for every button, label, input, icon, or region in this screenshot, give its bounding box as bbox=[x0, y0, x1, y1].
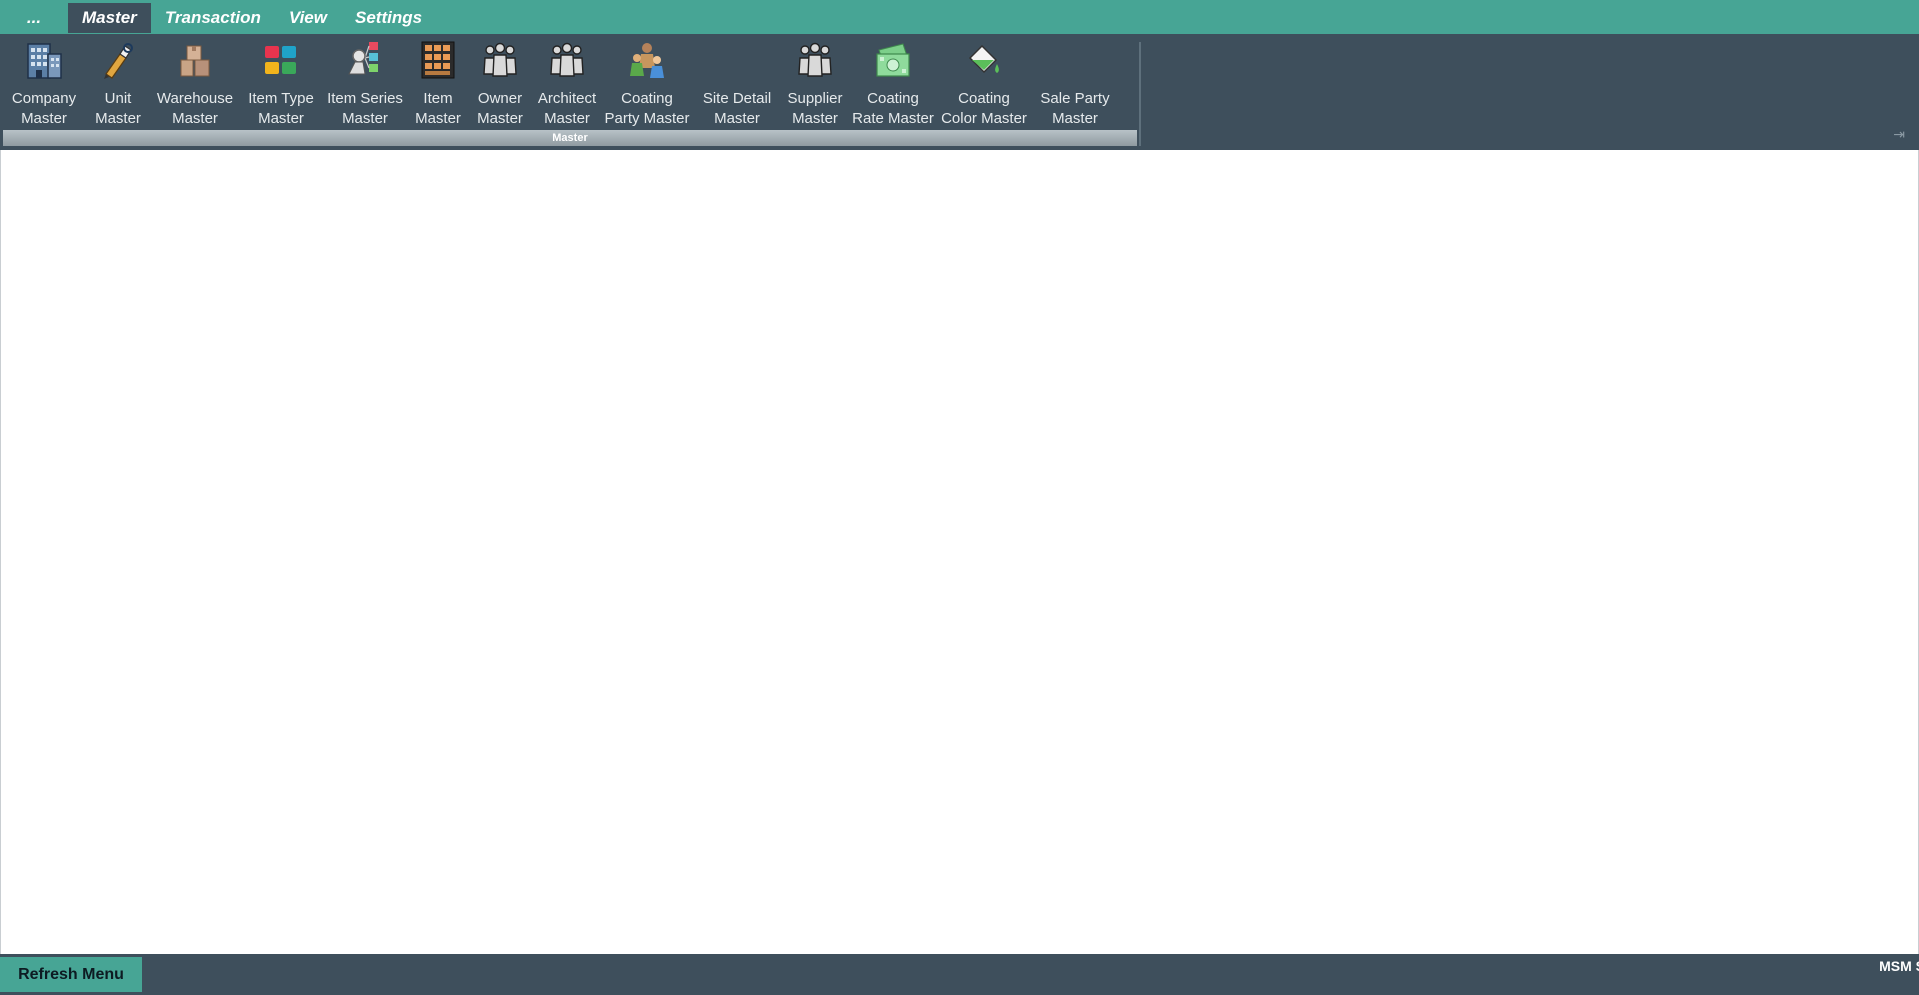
coating-rate-master-label: Coating Rate Master bbox=[852, 90, 934, 127]
people-group-icon bbox=[478, 38, 522, 82]
warehouse-icon bbox=[173, 38, 217, 82]
money-icon bbox=[871, 38, 915, 82]
item-master-label: Item Master bbox=[415, 90, 461, 127]
company-master-button[interactable]: Company Master bbox=[3, 34, 85, 129]
people-group-icon bbox=[545, 38, 589, 82]
architect-master-label: Architect Master bbox=[537, 90, 597, 127]
ribbon-panel: Company Master Unit Master Warehouse Mas… bbox=[0, 34, 1919, 150]
refresh-menu-button[interactable]: Refresh Menu bbox=[0, 957, 142, 992]
paint-bucket-icon bbox=[962, 38, 1006, 82]
site-detail-master-label: Site Detail Master bbox=[702, 90, 772, 127]
status-bar: Refresh Menu MSM S bbox=[0, 954, 1919, 995]
coating-color-master-label: Coating Color Master bbox=[941, 90, 1027, 127]
item-master-button[interactable]: Item Master bbox=[407, 34, 469, 129]
ribbon-group-caption: Master bbox=[3, 130, 1137, 146]
ribbon-group-master: Company Master Unit Master Warehouse Mas… bbox=[3, 34, 1137, 150]
ribbon-tab-bar: ... Master Transaction View Settings bbox=[0, 0, 1919, 34]
unit-master-label: Unit Master bbox=[95, 90, 141, 127]
pen-tool-icon bbox=[96, 38, 140, 82]
warehouse-master-label: Warehouse Master bbox=[156, 90, 234, 127]
site-detail-master-button[interactable]: Site Detail Master bbox=[691, 34, 783, 129]
sale-party-master-label: Sale Party Master bbox=[1040, 90, 1110, 127]
tab-master[interactable]: Master bbox=[68, 3, 151, 33]
coating-rate-master-button[interactable]: Coating Rate Master bbox=[847, 34, 939, 129]
coating-party-master-label: Coating Party Master bbox=[604, 90, 690, 127]
party-people-icon bbox=[625, 38, 669, 82]
people-group-icon bbox=[793, 38, 837, 82]
main-content-area bbox=[0, 150, 1919, 954]
ribbon-group-separator bbox=[1139, 42, 1141, 146]
tab-transaction[interactable]: Transaction bbox=[151, 3, 275, 33]
status-text: MSM S bbox=[1879, 958, 1919, 974]
tab-view[interactable]: View bbox=[275, 3, 341, 33]
tab-app-menu[interactable]: ... bbox=[0, 3, 68, 33]
item-series-master-label: Item Series Master bbox=[327, 90, 403, 127]
item-series-icon bbox=[343, 38, 387, 82]
shelf-icon bbox=[416, 38, 460, 82]
application-window: ... Master Transaction View Settings Com… bbox=[0, 0, 1919, 995]
coating-party-master-button[interactable]: Coating Party Master bbox=[603, 34, 691, 129]
building-icon bbox=[22, 38, 66, 82]
item-type-master-label: Item Type Master bbox=[248, 90, 314, 127]
architect-master-button[interactable]: Architect Master bbox=[531, 34, 603, 129]
tab-settings[interactable]: Settings bbox=[341, 3, 436, 33]
owner-master-label: Owner Master bbox=[477, 90, 523, 127]
unit-master-button[interactable]: Unit Master bbox=[85, 34, 151, 129]
owner-master-button[interactable]: Owner Master bbox=[469, 34, 531, 129]
colored-blocks-icon bbox=[259, 38, 303, 82]
company-master-label: Company Master bbox=[11, 90, 77, 127]
coating-color-master-button[interactable]: Coating Color Master bbox=[939, 34, 1029, 129]
warehouse-master-button[interactable]: Warehouse Master bbox=[151, 34, 239, 129]
item-series-master-button[interactable]: Item Series Master bbox=[323, 34, 407, 129]
supplier-master-button[interactable]: Supplier Master bbox=[783, 34, 847, 129]
sale-party-master-button[interactable]: Sale Party Master bbox=[1029, 34, 1121, 129]
pin-ribbon-icon[interactable]: ⇥ bbox=[1893, 126, 1905, 143]
ribbon-buttons: Company Master Unit Master Warehouse Mas… bbox=[3, 34, 1121, 130]
supplier-master-label: Supplier Master bbox=[787, 90, 843, 127]
item-type-master-button[interactable]: Item Type Master bbox=[239, 34, 323, 129]
